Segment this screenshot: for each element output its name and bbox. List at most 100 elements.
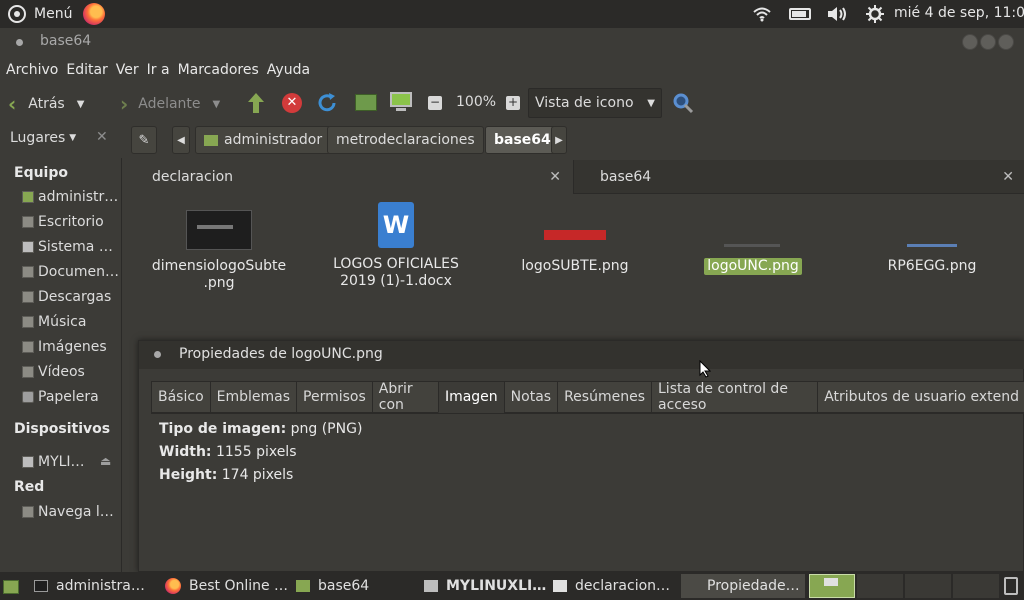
sidebar-item-videos[interactable]: Vídeos <box>22 361 118 383</box>
file-logos-oficiales-docx[interactable]: W LOGOS OFICIALES 2019 (1)-1.docx <box>321 202 471 290</box>
maximize-button[interactable] <box>980 34 996 50</box>
menu-marcadores[interactable]: Marcadores <box>178 62 259 78</box>
dialog-tab-acl[interactable]: Lista de control de acceso <box>651 381 819 413</box>
close-pane-icon[interactable]: ✕ <box>96 129 108 145</box>
task-terminal[interactable]: administra… <box>34 574 152 598</box>
workspace-2[interactable] <box>857 574 903 598</box>
sidebar-item-home[interactable]: administr… <box>22 186 118 208</box>
window-menu-icon[interactable] <box>16 39 23 46</box>
zoom-in-icon[interactable]: + <box>506 96 520 110</box>
minimize-button[interactable] <box>962 34 978 50</box>
sidebar-item-navegar-red[interactable]: Navega l… <box>22 501 118 523</box>
tab-label: declaracion <box>152 169 234 185</box>
reload-icon[interactable] <box>316 92 338 114</box>
sidebar-item-label: Documen… <box>38 264 118 280</box>
firefox-launcher-icon[interactable] <box>83 3 105 25</box>
sidebar: Equipo administr… Escritorio Sistema … D… <box>0 158 122 572</box>
battery-icon[interactable] <box>789 8 811 20</box>
task-base64[interactable]: base64 <box>296 574 414 598</box>
forward-history-chevron-icon[interactable]: ▼ <box>213 99 221 110</box>
task-declaracion[interactable]: declaracion… <box>553 574 677 598</box>
crumb-scroll-right[interactable]: ▶ <box>551 126 567 154</box>
menu-label: Menú <box>34 6 73 22</box>
view-mode-select[interactable]: Vista de icono ▼ <box>528 88 662 118</box>
window-title: base64 <box>40 33 92 49</box>
back-history-chevron-icon[interactable]: ▼ <box>77 99 85 110</box>
top-panel: Menú mié 4 de sep, 11:07 <box>0 0 1024 28</box>
dialog-tab-bar: Básico Emblemas Permisos Abrir con Image… <box>151 381 1024 413</box>
file-rp6egg[interactable]: RP6EGG.png <box>857 208 1007 275</box>
sidebar-item-musica[interactable]: Música <box>22 311 118 333</box>
breadcrumb-label: base64 <box>494 132 551 148</box>
crumb-scroll-left[interactable]: ◀ <box>172 126 190 154</box>
search-icon[interactable] <box>672 92 694 114</box>
workspace-3[interactable] <box>905 574 951 598</box>
sidebar-item-label: Vídeos <box>38 364 85 380</box>
menu-archivo[interactable]: Archivo <box>6 62 58 78</box>
sidebar-item-escritorio[interactable]: Escritorio <box>22 211 118 233</box>
menu-button[interactable]: Menú <box>8 4 72 24</box>
close-button[interactable] <box>998 34 1014 50</box>
window-menu-icon[interactable] <box>154 351 161 358</box>
dialog-tab-atributos[interactable]: Atributos de usuario extend <box>817 381 1024 413</box>
menu-ver[interactable]: Ver <box>116 62 139 78</box>
breadcrumb-base64[interactable]: base64 <box>485 126 560 154</box>
dialog-tab-abrir-con[interactable]: Abrir con <box>371 381 439 413</box>
computer-icon[interactable] <box>390 92 412 112</box>
zoom-out-icon[interactable]: − <box>428 96 442 110</box>
sidebar-item-imagenes[interactable]: Imágenes <box>22 336 118 358</box>
stop-icon[interactable]: ✕ <box>282 93 302 113</box>
task-label: Best Online … <box>189 578 289 594</box>
places-label: Lugares <box>10 130 66 146</box>
gear-icon[interactable] <box>866 5 884 23</box>
volume-icon[interactable] <box>826 5 848 23</box>
close-icon[interactable]: ✕ <box>1002 169 1014 185</box>
file-logosubte[interactable]: logoSUBTE.png <box>500 208 650 275</box>
sidebar-item-label: Escritorio <box>38 214 104 230</box>
wifi-icon[interactable] <box>752 6 772 22</box>
close-icon[interactable]: ✕ <box>549 169 561 185</box>
bottom-panel: administra… Best Online … base64 MYLINUX… <box>0 572 1024 600</box>
sidebar-item-descargas[interactable]: Descargas <box>22 286 118 308</box>
menu-ayuda[interactable]: Ayuda <box>267 62 310 78</box>
window-titlebar[interactable]: base64 <box>0 28 1024 56</box>
tab-base64[interactable]: base64 ✕ <box>574 160 1024 194</box>
home-folder-icon[interactable] <box>355 94 377 111</box>
forward-arrow-icon: › <box>120 92 129 116</box>
dialog-tab-resumenes[interactable]: Resúmenes <box>557 381 652 413</box>
task-mylinux[interactable]: MYLINUXLI… <box>424 574 548 598</box>
breadcrumb-metrodeclaraciones[interactable]: metrodeclaraciones <box>327 126 484 154</box>
task-propiedades[interactable]: Propiedade… <box>681 574 805 598</box>
sidebar-item-documentos[interactable]: Documen… <box>22 261 118 283</box>
task-firefox[interactable]: Best Online … <box>165 574 289 598</box>
dialog-tab-basico[interactable]: Básico <box>151 381 211 413</box>
drive-icon <box>424 580 438 592</box>
up-arrow-icon[interactable] <box>246 92 266 114</box>
sidebar-item-sistema[interactable]: Sistema … <box>22 236 118 258</box>
file-dimensiologosubte[interactable]: dimensiologoSubte .png <box>144 208 294 292</box>
file-logounc[interactable]: logoUNC.png <box>678 208 828 275</box>
breadcrumb-administrador[interactable]: administrador <box>195 126 332 154</box>
dialog-titlebar[interactable]: Propiedades de logoUNC.png <box>139 341 1024 369</box>
sidebar-item-papelera[interactable]: Papelera <box>22 386 118 408</box>
dialog-tab-notas[interactable]: Notas <box>503 381 559 413</box>
show-desktop-icon[interactable] <box>3 580 19 594</box>
menu-ir-a[interactable]: Ir a <box>147 62 170 78</box>
menu-editar[interactable]: Editar <box>66 62 107 78</box>
dialog-tab-permisos[interactable]: Permisos <box>296 381 373 413</box>
prop-label: Width: <box>159 444 212 460</box>
dialog-tab-emblemas[interactable]: Emblemas <box>209 381 298 413</box>
workspace-1[interactable] <box>809 574 855 598</box>
tab-declaracion[interactable]: declaracion ✕ <box>124 160 574 194</box>
image-thumbnail-icon <box>720 210 786 250</box>
firefox-icon <box>165 578 181 594</box>
clock[interactable]: mié 4 de sep, 11:07 <box>894 5 1024 21</box>
trash-icon[interactable] <box>1004 577 1018 595</box>
dialog-tab-imagen[interactable]: Imagen <box>437 381 505 413</box>
workspace-4[interactable] <box>953 574 999 598</box>
back-button[interactable]: ‹ Atrás ▼ <box>8 92 84 116</box>
eject-icon[interactable]: ⏏ <box>100 454 111 468</box>
forward-button[interactable]: › Adelante ▼ <box>120 92 220 116</box>
places-dropdown[interactable]: Lugares ▼ <box>10 130 76 146</box>
edit-location-button[interactable]: ✎ <box>131 126 157 154</box>
